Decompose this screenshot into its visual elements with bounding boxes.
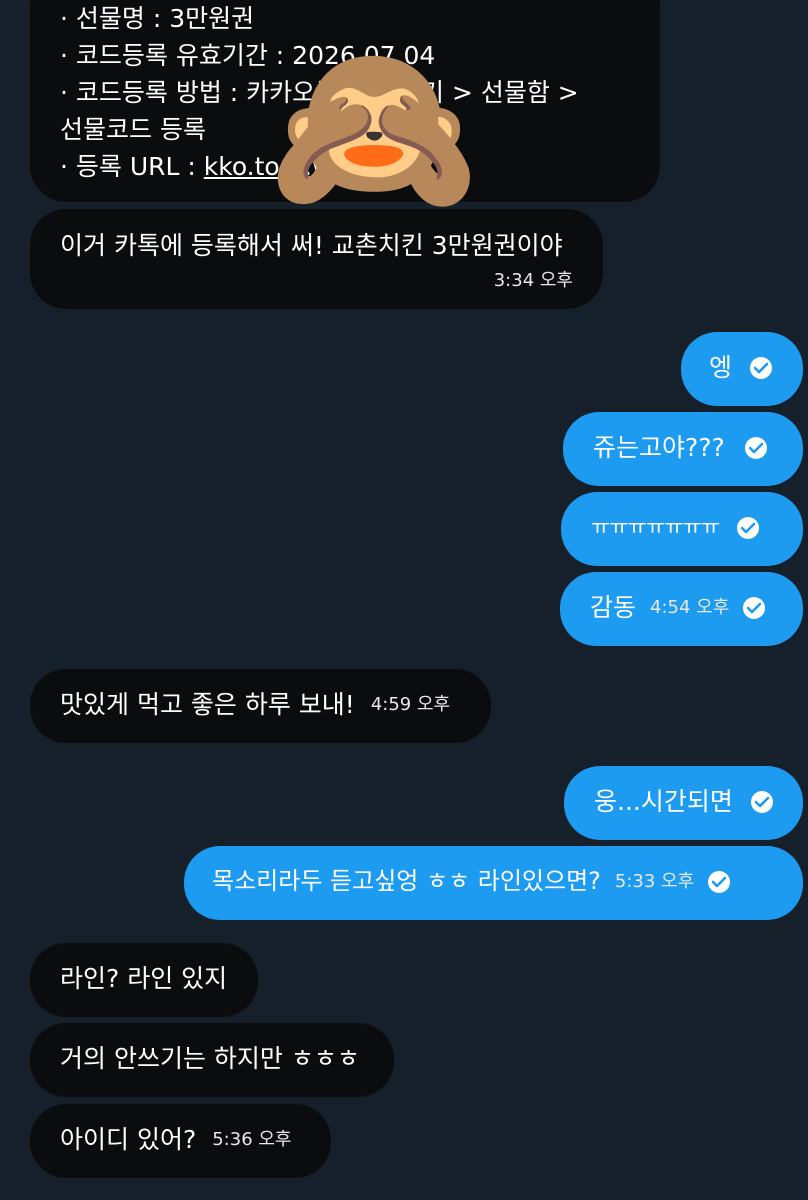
read-check-icon xyxy=(750,356,773,379)
message-text: 라인? 라인 있지 xyxy=(60,964,228,993)
message-bubble: 웅...시간되면 xyxy=(564,766,803,840)
read-check-icon xyxy=(737,516,760,539)
message-text: 감동 xyxy=(590,593,637,622)
message-bubble: 거의 안쓰기는 하지만 ㅎㅎㅎ xyxy=(30,1023,394,1097)
message-text: 아이디 있어? xyxy=(60,1125,197,1154)
message-bubble: 쥬는고야??? xyxy=(563,412,803,486)
message-text: 이거 카톡에 등록해서 써! 교촌치킨 3만원권이야 xyxy=(60,231,563,260)
read-check-icon xyxy=(750,790,773,813)
message-bubble: 목소리라두 듣고싶엉 ㅎㅎ 라인있으면? 5:33 오후 xyxy=(184,846,803,920)
message-time: 4:54 오후 xyxy=(650,597,730,618)
read-check-icon xyxy=(743,596,766,619)
message-bubble: 감동 4:54 오후 xyxy=(560,572,803,646)
message-bubble: 맛있게 먹고 좋은 하루 보내! 4:59 오후 xyxy=(30,669,491,743)
read-check-icon xyxy=(744,436,767,459)
message-text: 웅...시간되면 xyxy=(594,787,733,816)
message-text: 엥 xyxy=(709,353,733,382)
message-bubble: 라인? 라인 있지 xyxy=(30,943,258,1017)
message-text: 맛있게 먹고 좋은 하루 보내! xyxy=(60,690,355,719)
message-time: 5:33 오후 xyxy=(614,871,695,892)
message-text: ㅠㅠㅠㅠㅠㅠㅠ xyxy=(591,515,720,539)
read-check-icon xyxy=(708,870,731,893)
message-text: 거의 안쓰기는 하지만 ㅎㅎㅎ xyxy=(60,1044,360,1073)
message-time: 3:34 오후 xyxy=(493,270,573,291)
message-text: 쥬는고야??? xyxy=(593,433,725,462)
message-bubble: 아이디 있어? 5:36 오후 xyxy=(30,1104,331,1178)
message-bubble: 엥 xyxy=(681,332,803,406)
message-bubble: ㅠㅠㅠㅠㅠㅠㅠ xyxy=(561,492,803,566)
see-no-evil-monkey-sticker: 🙈 xyxy=(268,29,480,227)
message-text: 목소리라두 듣고싶엉 ㅎㅎ 라인있으면? xyxy=(212,867,601,895)
message-bubble: 이거 카톡에 등록해서 써! 교촌치킨 3만원권이야 3:34 오후 xyxy=(30,209,603,309)
message-time: 4:59 오후 xyxy=(370,694,451,715)
message-time: 5:36 오후 xyxy=(212,1129,292,1150)
